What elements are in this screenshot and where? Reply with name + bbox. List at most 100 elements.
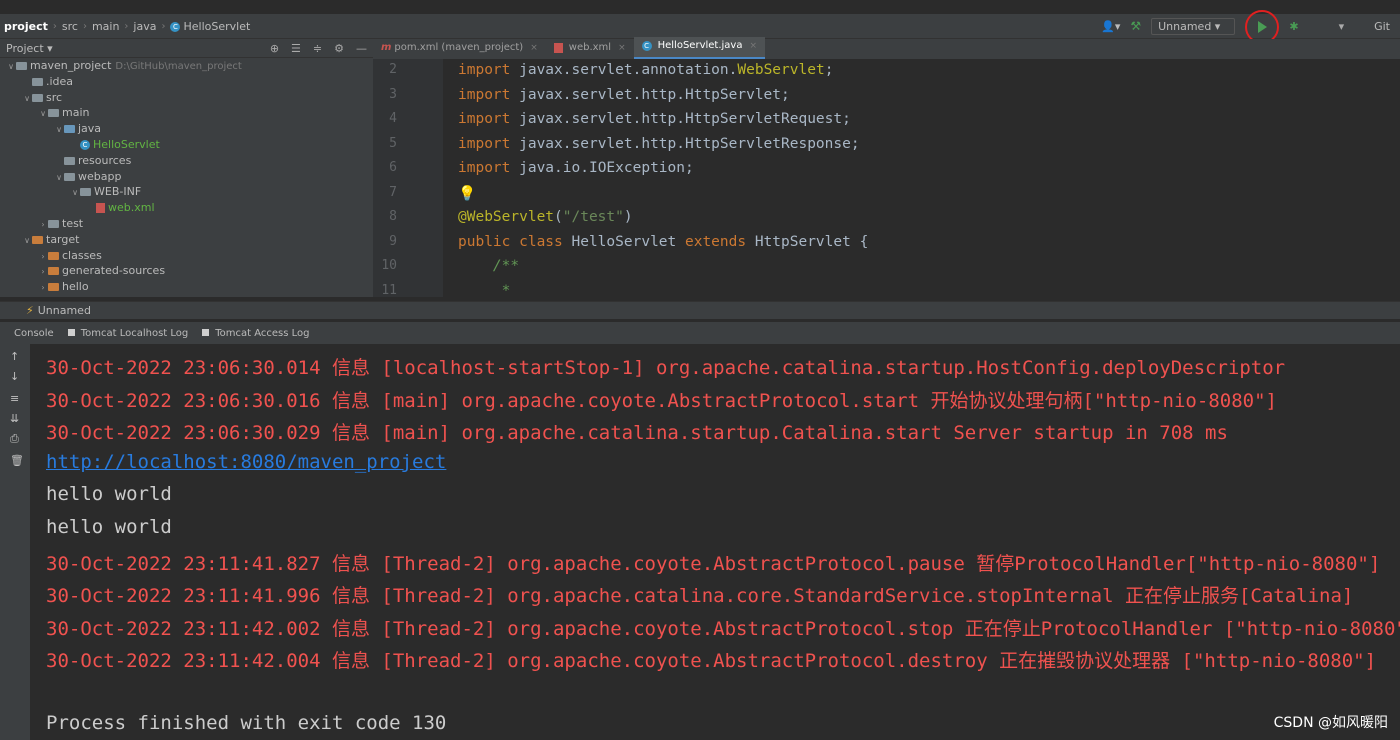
breadcrumb-separator: › <box>124 20 129 32</box>
hide-panel-icon[interactable]: — <box>356 42 367 55</box>
collapse-all-icon[interactable]: ≑ <box>313 42 322 55</box>
settings-gear-icon[interactable]: ⚙ <box>334 42 344 55</box>
chevron-down-icon[interactable]: ∨ <box>54 170 64 186</box>
close-tab-icon[interactable]: × <box>618 43 626 53</box>
console-output[interactable]: 30-Oct-2022 23:06:30.014 信息 [localhost-s… <box>30 344 1400 740</box>
print-icon[interactable]: ⎙ <box>10 432 19 446</box>
run-icon[interactable] <box>1257 21 1267 33</box>
folder-icon <box>80 188 91 197</box>
console-line: 30-Oct-2022 23:11:41.996 信息 [Thread-2] o… <box>46 585 1354 608</box>
breadcrumb-src[interactable]: src <box>59 20 81 33</box>
breadcrumb-separator: › <box>52 20 57 32</box>
breadcrumb-project[interactable]: project <box>0 20 51 33</box>
maven-icon: m <box>381 42 392 53</box>
tree-item-label: web.xml <box>108 201 155 215</box>
chevron-down-icon[interactable]: ∨ <box>6 59 16 75</box>
debug-icon[interactable]: ✱ <box>1289 20 1298 33</box>
class-icon: C <box>80 139 90 150</box>
chevron-right-icon[interactable]: › <box>38 217 48 233</box>
folder-icon <box>48 251 59 260</box>
folder-icon <box>48 283 59 292</box>
editor-tab[interactable]: m pom.xml (maven_project) × <box>373 39 546 59</box>
tree-item[interactable]: web.xml <box>0 200 373 216</box>
tab-tomcat-access-log[interactable]: Tomcat Access Log <box>202 328 310 339</box>
build-hammer-icon[interactable]: ⚒ <box>1130 19 1141 33</box>
tree-item[interactable]: ∨ java <box>0 121 373 137</box>
tree-item[interactable]: ∨ webapp <box>0 169 373 185</box>
chevron-right-icon[interactable]: › <box>38 264 48 280</box>
code-token: ; <box>824 62 834 78</box>
locate-icon[interactable]: ⊕ <box>270 42 279 55</box>
project-panel-tools: ⊕ ☰ ≑ ⚙ — <box>270 42 373 55</box>
tree-item-label: generated-sources <box>62 264 166 278</box>
user-icon[interactable]: 👤▾ <box>1101 20 1120 33</box>
chevron-down-icon[interactable]: ∨ <box>22 233 32 249</box>
tree-item[interactable]: ∨ WEB-INF <box>0 184 373 200</box>
tree-item[interactable]: C HelloServlet <box>0 137 373 153</box>
code-token: * <box>458 282 511 298</box>
expand-all-icon[interactable]: ☰ <box>291 42 301 55</box>
chevron-right-icon[interactable]: › <box>38 249 48 265</box>
scroll-up-icon[interactable]: ↑ <box>10 350 19 363</box>
chevron-down-icon[interactable]: ∨ <box>38 106 48 122</box>
breadcrumb-helloservlet[interactable]: C HelloServlet <box>167 20 253 33</box>
chevron-down-icon[interactable]: ∨ <box>70 185 80 201</box>
close-tab-icon[interactable]: × <box>530 43 538 53</box>
code-line: import javax.servlet.http.HttpServletRes… <box>458 136 860 152</box>
console-line: 30-Oct-2022 23:06:30.014 信息 [localhost-s… <box>46 357 1286 379</box>
tree-item[interactable]: ∨ main <box>0 105 373 121</box>
editor-tab-label: HelloServlet.java <box>657 40 743 51</box>
editor-tab[interactable]: C HelloServlet.java × <box>633 37 766 59</box>
breadcrumb-java[interactable]: java <box>130 20 159 33</box>
code-token: javax.servlet.http.HttpServletResponse; <box>510 135 860 152</box>
project-panel-title: Project <box>6 41 44 55</box>
code-token: java.io.IOException; <box>510 160 694 176</box>
console-line: hello world <box>46 483 172 506</box>
tree-item[interactable]: .idea <box>0 74 373 90</box>
tree-item-label: HelloServlet <box>93 137 160 151</box>
chevron-down-icon[interactable]: ∨ <box>54 122 64 138</box>
vcs-label[interactable]: Git <box>1374 20 1390 33</box>
more-dropdown-icon[interactable]: ▾ <box>1339 20 1345 33</box>
code-line: /** <box>458 258 519 274</box>
scroll-down-icon[interactable]: ↓ <box>10 370 19 383</box>
close-tab-icon[interactable]: × <box>749 41 757 51</box>
tree-item[interactable]: ∨ src <box>0 90 373 106</box>
editor-tab-label: web.xml <box>568 42 612 53</box>
tree-item[interactable]: › classes <box>0 248 373 264</box>
folder-icon <box>48 267 59 276</box>
tab-tomcat-localhost-log[interactable]: Tomcat Localhost Log <box>67 328 188 339</box>
code-editor[interactable]: import javax.servlet.annotation.WebServl… <box>443 59 1400 297</box>
tree-item-label: test <box>62 216 84 230</box>
line-number: 5 <box>389 135 397 151</box>
project-panel: Project ▾ ⊕ ☰ ≑ ⚙ — ∨ maven_project D:\Git… <box>0 39 373 297</box>
run-tool-window-tab[interactable]: ⚡ Unnamed <box>0 301 1400 319</box>
tree-item[interactable]: ∨ target <box>0 232 373 248</box>
breadcrumb-helloservlet-label: HelloServlet <box>183 19 251 33</box>
line-number: 9 <box>389 233 397 249</box>
run-tool-window-title: Unnamed <box>37 304 91 317</box>
soft-wrap-icon[interactable]: ≡ <box>10 392 19 405</box>
run-configuration-select[interactable]: Unnamed ▾ <box>1151 17 1236 35</box>
chevron-down-icon[interactable]: ∨ <box>22 91 32 107</box>
breadcrumb-separator: › <box>161 20 166 32</box>
chevron-right-icon[interactable]: › <box>38 280 48 296</box>
xml-file-icon <box>96 203 105 214</box>
tab-console[interactable]: Console <box>14 328 54 339</box>
tree-item[interactable]: › test <box>0 216 373 232</box>
clear-trash-icon[interactable]: 🗑 <box>10 454 24 467</box>
scroll-to-end-icon[interactable]: ⇊ <box>10 412 19 425</box>
navigation-bar: project › src › main › java › C HelloServ… <box>0 10 1400 44</box>
code-token: HttpServlet { <box>746 233 869 250</box>
code-token: import <box>458 86 511 103</box>
tree-item[interactable]: › generated-sources <box>0 263 373 279</box>
tree-item[interactable]: ∨ maven_project D:\GitHub\maven_project <box>0 58 373 74</box>
tree-item[interactable]: › hello <box>0 279 373 295</box>
tree-item-label: hello <box>62 280 89 294</box>
tree-item[interactable]: resources <box>0 153 373 169</box>
breadcrumb-main[interactable]: main <box>89 20 122 33</box>
editor-tab[interactable]: web.xml × <box>546 39 634 59</box>
code-token: import <box>458 62 511 78</box>
project-view-selector[interactable]: Project ▾ <box>6 42 53 55</box>
console-link[interactable]: http://localhost:8080/maven_project <box>46 451 446 473</box>
